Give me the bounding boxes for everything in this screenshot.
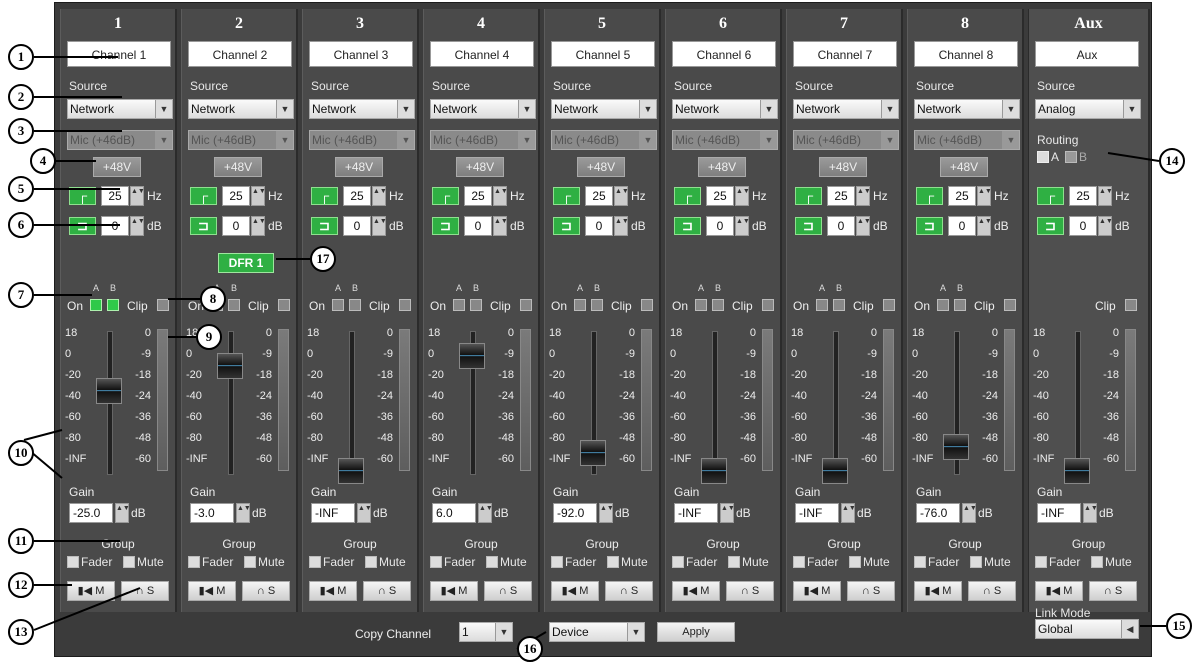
callout-lines	[23, 56, 1166, 650]
callout-marker: 5	[8, 176, 34, 202]
callout-marker: 11	[8, 528, 34, 554]
callout-line	[1107, 152, 1160, 162]
callout-marker: 17	[310, 246, 336, 272]
callout-line	[33, 587, 141, 631]
callout-marker: 3	[8, 118, 34, 144]
callout-marker: 7	[8, 282, 34, 308]
callout-marker: 1	[8, 44, 34, 70]
callout-marker: 14	[1159, 148, 1185, 174]
callout-marker: 6	[8, 212, 34, 238]
callout-marker: 2	[8, 84, 34, 110]
callout-marker: 9	[196, 324, 222, 350]
callout-marker: 4	[30, 148, 56, 174]
callout-marker: 10	[8, 440, 34, 466]
callout-marker: 12	[8, 572, 34, 598]
callout-marker: 16	[517, 636, 543, 662]
callout-marker: 15	[1166, 613, 1192, 639]
callout-marker: 8	[200, 286, 226, 312]
callout-line	[23, 429, 63, 441]
callout-marker: 13	[8, 619, 34, 645]
